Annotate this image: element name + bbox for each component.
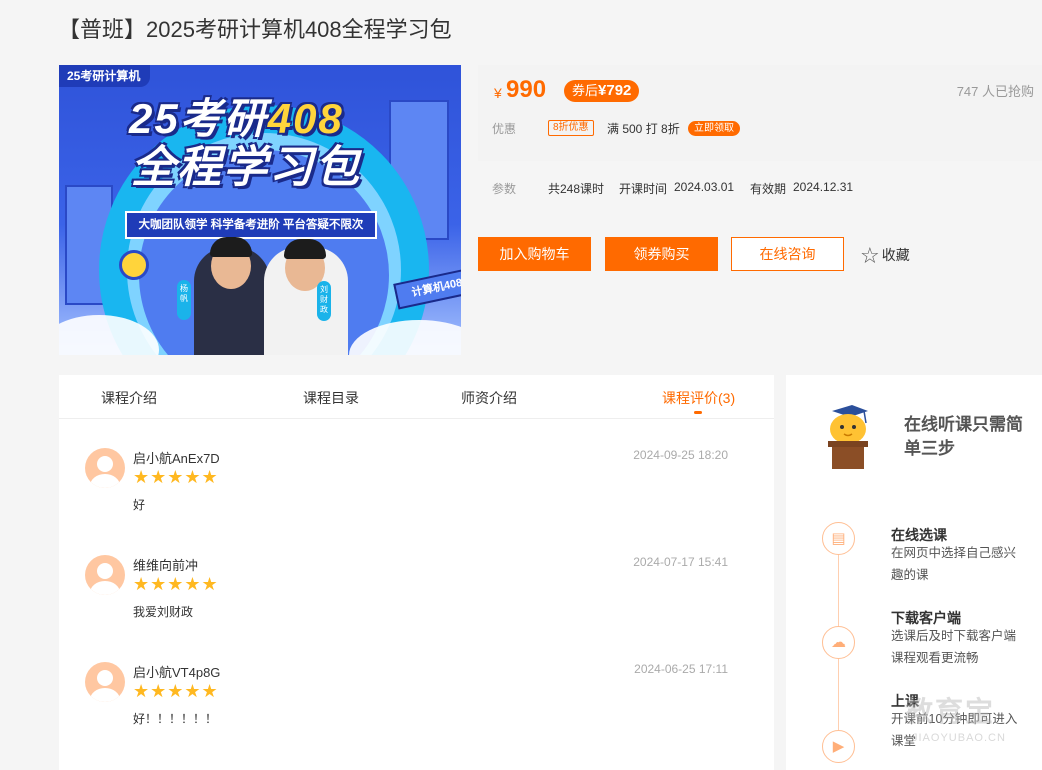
course-detail-panel: 课程介绍 课程目录 师资介绍 课程评价(3) 启小航AnEx7D 2024-09… — [59, 375, 774, 770]
price-box: ¥ 990 券后¥792 747 人已抢购 优惠 8折优惠 满 500 打 8折… — [478, 65, 1042, 161]
step-desc: 在网页中选择自己感兴趣的课 — [891, 546, 1017, 582]
currency-symbol: ¥ — [494, 85, 502, 101]
favorite-button[interactable]: ☆ 收藏 — [860, 243, 910, 269]
review-date: 2024-07-17 15:41 — [633, 555, 728, 569]
claim-coupon-button[interactable]: 立即领取 — [688, 121, 740, 136]
valid-label: 有效期 — [750, 182, 787, 196]
start-label: 开课时间 — [619, 182, 668, 196]
course-tabs: 课程介绍 课程目录 师资介绍 课程评价(3) — [59, 375, 774, 419]
review-text: 好！！！！！！ — [133, 712, 218, 726]
cover-subheadline: 全程学习包 — [131, 143, 361, 192]
start-date: 2024.03.01 — [674, 180, 735, 194]
tab-teachers[interactable]: 师资介绍 — [461, 388, 517, 408]
online-consult-button[interactable]: 在线咨询 — [731, 237, 844, 271]
review-item: 维维向前冲 2024-07-17 15:41 ★★★★★ 我爱刘财政 — [85, 555, 745, 635]
tab-intro[interactable]: 课程介绍 — [101, 388, 157, 408]
review-item: 启小航AnEx7D 2024-09-25 18:20 ★★★★★ 好 — [85, 448, 745, 528]
mascot-icon — [828, 405, 868, 469]
add-to-cart-button[interactable]: 加入购物车 — [478, 237, 591, 271]
buyers-count: 747 人已抢购 — [956, 84, 1034, 99]
rating-stars: ★★★★★ — [133, 574, 219, 594]
video-camera-icon: ▶ — [822, 730, 855, 763]
cloud-download-icon: ☁ — [822, 626, 855, 659]
favorite-label: 收藏 — [881, 247, 910, 263]
cover-slogan: 大咖团队领学 科学备考进阶 平台答疑不限次 — [125, 211, 377, 239]
reviewer-name: 启小航AnEx7D — [133, 451, 220, 466]
review-item: 启小航VT4p8G 2024-06-25 17:11 ★★★★★ 好！！！！！！ — [85, 662, 745, 742]
coin-icon — [119, 250, 149, 280]
review-date: 2024-06-25 17:11 — [634, 662, 728, 676]
teacher-name-tag: 刘财政 — [317, 281, 331, 321]
watermark-logo: 教育宝 — [905, 696, 996, 727]
active-tab-indicator — [694, 411, 702, 414]
reviewer-name: 维维向前冲 — [133, 558, 199, 573]
rating-stars: ★★★★★ — [133, 681, 219, 701]
tab-catalog[interactable]: 课程目录 — [303, 388, 359, 408]
avatar — [85, 448, 125, 488]
course-params: 参数 共248课时 开课时间 2024.03.01 有效期 2024.12.31 — [478, 180, 1042, 198]
avatar — [85, 555, 125, 595]
review-date: 2024-09-25 18:20 — [633, 448, 728, 462]
coupon-buy-button[interactable]: 领券购买 — [605, 237, 718, 271]
promo-tag: 8折优惠 — [548, 120, 594, 136]
star-outline-icon: ☆ — [860, 243, 880, 269]
teacher-hair — [210, 237, 252, 257]
page-title: 【普班】2025考研计算机408全程学习包 — [58, 17, 452, 42]
cover-corner-tag: 25考研计算机 — [59, 65, 151, 87]
avatar — [85, 662, 125, 702]
step-desc: 选课后及时下载客户端 课程观看更流畅 — [891, 629, 1017, 665]
review-text: 我爱刘财政 — [133, 605, 194, 619]
reviewer-name: 启小航VT4p8G — [133, 665, 221, 680]
promo-label: 优惠 — [492, 122, 517, 136]
price: 990 — [506, 76, 547, 103]
tab-reviews[interactable]: 课程评价(3) — [662, 388, 735, 408]
coupon-price-badge: 券后¥792 — [564, 80, 640, 102]
params-label: 参数 — [492, 182, 517, 196]
course-icon: ▤ — [822, 522, 855, 555]
rating-stars: ★★★★★ — [133, 467, 219, 487]
teacher-hair — [284, 239, 326, 259]
steps-title: 在线听课只需简单三步 — [904, 415, 1023, 458]
lesson-count: 共248课时 — [548, 182, 605, 196]
valid-date: 2024.12.31 — [793, 180, 854, 194]
promo-text: 满 500 打 8折 — [607, 122, 680, 136]
watermark-url: JIAOYUBAO.CN — [912, 732, 1006, 744]
teacher-name-tag: 杨帆 — [177, 280, 191, 320]
course-cover-image: 25考研计算机 25考研408 全程学习包 大咖团队领学 科学备考进阶 平台答疑… — [59, 65, 461, 355]
review-text: 好 — [133, 498, 146, 512]
